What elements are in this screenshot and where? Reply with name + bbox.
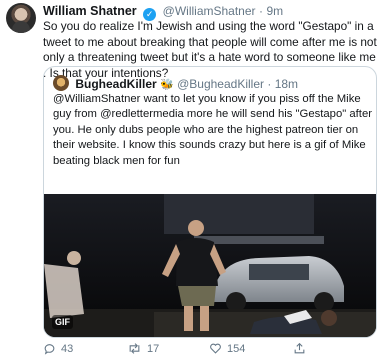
author-handle[interactable]: @WilliamShatner (163, 4, 256, 18)
separator-dot: · (267, 77, 272, 91)
tweet-actions: 43 17 154 (43, 342, 377, 355)
quoted-author-name: BugheadKiller (75, 77, 157, 91)
gif-frame-image (44, 194, 376, 337)
quoted-author-handle: @BugheadKiller (177, 77, 264, 91)
bee-emoji-icon: 🐝 (160, 79, 174, 91)
reply-icon (44, 344, 55, 355)
reply-count: 43 (61, 343, 74, 355)
heart-icon (210, 343, 221, 354)
gif-badge: GIF (52, 315, 73, 329)
author-avatar[interactable] (6, 3, 36, 33)
like-count: 154 (227, 343, 246, 355)
quoted-author-avatar (53, 75, 69, 91)
quoted-tweet-timestamp: 18m (274, 77, 299, 91)
separator-dot: · (259, 4, 263, 18)
retweet-icon (129, 343, 140, 354)
gif-media[interactable]: GIF (44, 194, 376, 337)
quoted-tweet-text: @WilliamShatner want to let you know if … (53, 93, 372, 167)
retweet-button[interactable]: 17 (127, 342, 159, 355)
like-button[interactable]: 154 (209, 342, 245, 355)
reply-button[interactable]: 43 (43, 342, 73, 355)
tweet[interactable]: William Shatner ✓ @WilliamShatner · 9m S… (0, 0, 384, 355)
author-name[interactable]: William Shatner (43, 4, 137, 18)
quoted-tweet[interactable]: BugheadKiller 🐝 @BugheadKiller · 18m @Wi… (43, 66, 377, 338)
tweet-timestamp[interactable]: 9m (266, 4, 283, 18)
share-icon (294, 342, 305, 354)
quoted-tweet-header: BugheadKiller 🐝 @BugheadKiller · 18m (53, 75, 370, 91)
retweet-count: 17 (147, 343, 160, 355)
share-button[interactable] (293, 342, 311, 355)
